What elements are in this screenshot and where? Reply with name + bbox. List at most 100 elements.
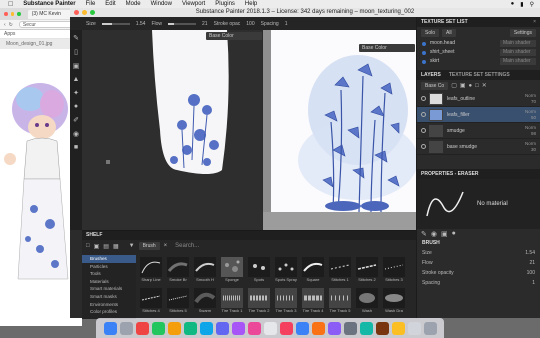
paint-brush-icon[interactable]: ✎ [73, 34, 79, 42]
brush-tile[interactable]: Stitches 4 [139, 288, 163, 318]
viewport-2d-channel-select[interactable]: Base Color [359, 44, 415, 52]
dock-app-icon[interactable] [296, 321, 309, 335]
search-icon[interactable]: ⚲ [530, 1, 534, 8]
dock-app-icon[interactable] [168, 321, 181, 335]
layer-row[interactable]: leafs_filler Norm 50 [417, 107, 540, 123]
category-environments[interactable]: Environments [82, 301, 136, 309]
stencil-tab-icon[interactable]: ▣ [441, 230, 448, 238]
viewport-2d[interactable]: Base Color [263, 30, 416, 230]
size-slider[interactable] [101, 22, 130, 25]
dock-app-icon[interactable] [376, 321, 389, 335]
prop-flow-value[interactable]: 21 [529, 260, 535, 266]
brush-tile[interactable]: Wash [355, 288, 379, 318]
brush-tile[interactable]: Tire Track 1 [220, 288, 244, 318]
brush-tile[interactable]: Sharp Line [139, 257, 163, 287]
export-icon[interactable]: ▦ [113, 243, 119, 250]
visibility-icon[interactable] [421, 112, 426, 117]
minimize-icon[interactable] [10, 12, 15, 16]
dock-app-icon[interactable] [200, 321, 213, 335]
zoom-icon[interactable] [17, 12, 21, 16]
category-smart-masks[interactable]: Smart masks [82, 293, 136, 301]
texture-set-row[interactable]: skirt Main shader [417, 57, 540, 66]
visibility-icon[interactable] [421, 128, 426, 133]
projection-icon[interactable]: ▣ [73, 62, 80, 70]
dock-app-icon[interactable] [408, 321, 421, 335]
menu-edit[interactable]: Edit [100, 1, 120, 7]
dock-app-icon[interactable] [120, 321, 133, 335]
folder-icon[interactable]: □ [86, 243, 90, 249]
brush-tile[interactable]: Stitches 5 [166, 288, 190, 318]
channel-select[interactable]: Base Co [421, 81, 449, 90]
minimize-icon[interactable] [82, 10, 87, 15]
material-tab-icon[interactable]: ● [452, 230, 456, 237]
brush-tile[interactable]: Tire Track 2 [247, 288, 271, 318]
dock-app-icon[interactable] [280, 321, 293, 335]
dock-app-icon[interactable] [264, 321, 277, 335]
add-paint-layer-icon[interactable]: ▢ [451, 82, 457, 89]
brush-tile[interactable]: Tire Track 5 [328, 288, 352, 318]
eraser-icon[interactable]: ▯ [74, 48, 78, 56]
prop-stroke-value[interactable]: 100 [527, 270, 535, 276]
clone-icon[interactable]: ● [74, 103, 78, 110]
texture-set-row[interactable]: shirt_sheet Main shader [417, 48, 540, 57]
spacing-value[interactable]: 1 [285, 21, 288, 27]
close-icon[interactable] [4, 12, 8, 16]
menu-mode[interactable]: Mode [121, 1, 146, 7]
wifi-icon[interactable]: ● [511, 1, 515, 8]
size-value[interactable]: 1.54 [136, 21, 146, 27]
alpha-tab-icon[interactable]: ◉ [431, 230, 437, 238]
picker-icon[interactable]: ✐ [73, 116, 79, 124]
layer-blend[interactable]: Norm 70 [525, 93, 536, 105]
layer-blend[interactable]: Norm 30 [525, 141, 536, 153]
dock-app-icon[interactable] [216, 321, 229, 335]
camera-icon[interactable]: ■ [74, 144, 78, 151]
menu-plugins[interactable]: Plugins [210, 1, 240, 7]
texture-set-row[interactable]: moon.head Main shader [417, 39, 540, 48]
dock-app-icon[interactable] [232, 321, 245, 335]
layer-row[interactable]: base smudge Norm 30 [417, 139, 540, 155]
brush-tile[interactable]: Spots Spray [274, 257, 298, 287]
add-mask-icon[interactable]: ● [469, 83, 473, 89]
brush-tile[interactable]: Spots [247, 257, 271, 287]
brush-tile[interactable]: Wash Dra [382, 288, 406, 318]
dock-app-icon[interactable] [328, 321, 341, 335]
add-folder-icon[interactable]: □ [475, 83, 479, 89]
back-icon[interactable]: ‹ [4, 22, 6, 28]
brush-tile[interactable]: Stitches 2 [355, 257, 379, 287]
menu-app-name[interactable]: Substance Painter [18, 1, 80, 7]
category-smart-materials[interactable]: Smart materials [82, 285, 136, 293]
flow-slider[interactable] [168, 22, 197, 25]
visibility-icon[interactable] [421, 96, 426, 101]
brush-tile[interactable]: Tire Track 3 [274, 288, 298, 318]
brush-filter-chip[interactable]: Brush [138, 242, 160, 250]
brush-tile[interactable]: Square [301, 257, 325, 287]
menu-window[interactable]: Window [146, 1, 177, 7]
category-particles[interactable]: Particles [82, 263, 136, 271]
polygon-fill-icon[interactable]: ▲ [73, 76, 80, 83]
dock-app-icon[interactable] [152, 321, 165, 335]
shader-select[interactable]: Main shader [500, 40, 536, 47]
dock-app-icon[interactable] [248, 321, 261, 335]
brush-tile[interactable]: Smoke Br [166, 257, 190, 287]
remove-filter-icon[interactable]: × [164, 243, 168, 249]
dock-app-icon[interactable] [392, 321, 405, 335]
dock-app-icon[interactable] [136, 321, 149, 335]
brush-tile[interactable]: Stitches 1 [328, 257, 352, 287]
add-fill-layer-icon[interactable]: ▣ [460, 82, 466, 89]
prop-size-value[interactable]: 1.54 [525, 250, 535, 256]
menu-help[interactable]: Help [240, 1, 262, 7]
category-brushes[interactable]: Brushes [82, 255, 136, 263]
menu-file[interactable]: File [81, 1, 101, 7]
menu-viewport[interactable]: Viewport [177, 1, 210, 7]
search-field[interactable]: Search... [175, 243, 199, 249]
dock-app-icon[interactable] [184, 321, 197, 335]
viewport-3d-channel-select[interactable]: Base Color [206, 32, 262, 40]
dock-app-icon[interactable] [104, 321, 117, 335]
viewport-3d[interactable]: Base Color [82, 30, 262, 230]
solo-button[interactable]: Solo [421, 29, 440, 37]
close-icon[interactable] [74, 10, 79, 15]
shader-select[interactable]: Main shader [500, 58, 536, 65]
brush-tile[interactable]: Tire Track 4 [301, 288, 325, 318]
tab-layers[interactable]: LAYERS [421, 70, 441, 80]
new-icon[interactable]: ▤ [103, 243, 109, 250]
